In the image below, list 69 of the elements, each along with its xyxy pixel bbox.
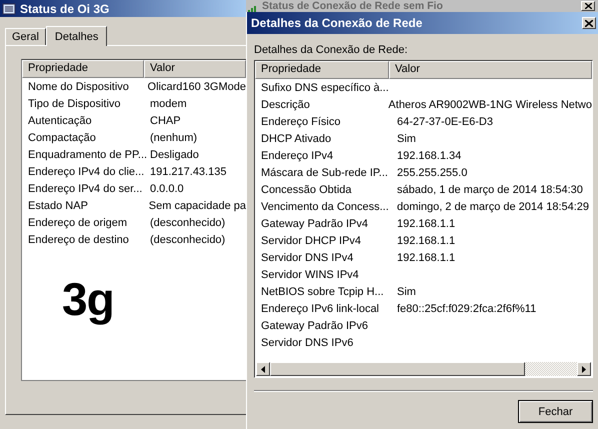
right-arrow-icon bbox=[582, 366, 586, 372]
property-cell-text: Gateway Padrão IPv4 bbox=[260, 218, 370, 230]
value-cell-text: Sim bbox=[396, 286, 416, 298]
property-cell-text: DHCP Ativado bbox=[260, 132, 332, 144]
value-cell-text: Olicard160 3GMode bbox=[146, 80, 246, 92]
window-title: Status de Oi 3G bbox=[20, 2, 110, 16]
value-cell-text: 255.255.255.0 bbox=[396, 166, 468, 178]
property-cell-text: Sufixo DNS específico à... bbox=[260, 82, 390, 94]
property-cell-text: Endereço IPv4 do ser... bbox=[27, 182, 144, 194]
network-icon bbox=[2, 2, 16, 16]
value-cell-text: Sem capacidade pa bbox=[148, 200, 246, 212]
column-header[interactable]: Propriedade bbox=[22, 60, 144, 78]
value-cell-text: (desconhecido) bbox=[149, 216, 226, 228]
logo-text: 3g bbox=[62, 272, 114, 326]
property-cell-text: Endereço Físico bbox=[260, 116, 342, 128]
column-header[interactable]: Propriedade bbox=[255, 61, 389, 79]
property-cell-text: Servidor DHCP IPv4 bbox=[260, 234, 362, 246]
close-button[interactable] bbox=[581, 1, 595, 11]
property-cell-text: Máscara de Sub-rede IP... bbox=[260, 166, 389, 178]
property-cell-text: Descrição bbox=[260, 98, 311, 110]
column-header[interactable]: Valor bbox=[389, 61, 592, 79]
property-cell-text: NetBIOS sobre Tcpip H... bbox=[260, 286, 385, 298]
tab[interactable]: Geral bbox=[5, 28, 46, 45]
value-cell-text: 0.0.0.0 bbox=[149, 182, 184, 194]
value-cell-text: 191.217.43.135 bbox=[149, 166, 226, 178]
value-cell-text: CHAP bbox=[149, 114, 181, 126]
signal-bars-icon bbox=[248, 4, 258, 12]
value-cell-text: 192.168.1.1 bbox=[396, 218, 456, 230]
left-arrow-icon bbox=[261, 366, 265, 372]
close-dialog-button[interactable]: Fechar bbox=[518, 400, 593, 423]
horizontal-scrollbar[interactable] bbox=[256, 362, 591, 376]
property-cell-text: Servidor DNS IPv4 bbox=[260, 252, 354, 264]
property-cell-text: Endereço IPv4 bbox=[260, 150, 334, 162]
property-cell-text: Compactação bbox=[27, 132, 97, 144]
property-cell-text: Enquadramento de PP... bbox=[27, 148, 144, 160]
tab[interactable]: Detalhes bbox=[46, 26, 108, 46]
value-cell-text: (nenhum) bbox=[149, 132, 198, 144]
value-cell-text: domingo, 2 de março de 2014 18:54:29 bbox=[396, 200, 590, 212]
value-cell-text: 192.168.1.1 bbox=[396, 234, 456, 246]
section-label: Detalhes da Conexão de Rede: bbox=[254, 44, 408, 56]
property-cell-text: Endereço IPv6 link-local bbox=[260, 302, 380, 314]
value-cell-text: Desligado bbox=[149, 148, 199, 160]
value-cell-text: Atheros AR9002WB-1NG Wireless Netwo bbox=[387, 98, 592, 110]
property-cell-text: Endereço de origem bbox=[27, 216, 128, 228]
value-cell-text: fe80::25cf:f029:2fca:2f6f%11 bbox=[396, 302, 536, 314]
property-cell-text: Servidor DNS IPv6 bbox=[260, 336, 354, 348]
property-cell-text: Autenticação bbox=[27, 114, 93, 126]
close-button[interactable] bbox=[582, 17, 596, 29]
property-cell-text: Vencimento da Concess... bbox=[260, 200, 390, 212]
value-cell-text: 64-27-37-0E-E6-D3 bbox=[396, 116, 493, 128]
value-cell-text: sábado, 1 de março de 2014 18:54:30 bbox=[396, 184, 583, 196]
value-cell-text: 192.168.1.34 bbox=[396, 150, 462, 162]
value-cell-text: (desconhecido) bbox=[149, 234, 226, 246]
value-cell-text: 192.168.1.1 bbox=[396, 252, 456, 264]
column-header[interactable]: Valor bbox=[144, 60, 246, 78]
close-icon bbox=[584, 3, 592, 9]
value-cell-text: Sim bbox=[396, 132, 416, 144]
window-title: Status de Conexão de Rede sem Fio bbox=[262, 0, 443, 12]
property-cell-text: Estado NAP bbox=[27, 200, 89, 212]
value-cell-text: modem bbox=[149, 98, 187, 110]
property-cell-text: Gateway Padrão IPv6 bbox=[260, 320, 370, 332]
property-cell-text: Tipo de Dispositivo bbox=[27, 98, 122, 110]
property-cell-text: Concessão Obtida bbox=[260, 184, 352, 196]
close-icon bbox=[585, 20, 593, 26]
property-cell-text: Servidor WINS IPv4 bbox=[260, 268, 360, 280]
property-cell-text: Nome do Dispositivo bbox=[27, 80, 130, 92]
window-title: Detalhes da Conexão de Rede bbox=[251, 16, 422, 30]
property-cell-text: Endereço IPv4 do clie... bbox=[27, 166, 144, 178]
property-cell-text: Endereço de destino bbox=[27, 234, 130, 246]
